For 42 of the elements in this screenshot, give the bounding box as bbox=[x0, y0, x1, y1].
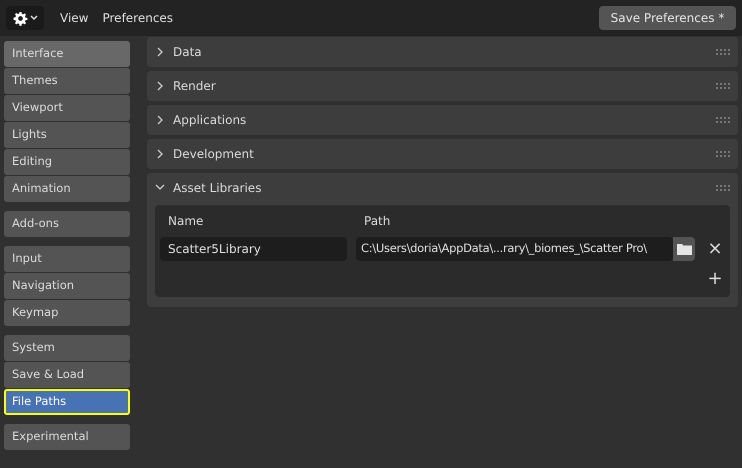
caret-icon bbox=[30, 15, 38, 21]
editor-type-dropdown[interactable] bbox=[6, 6, 44, 30]
panel-header[interactable]: Development bbox=[147, 139, 738, 169]
sidebar-tab[interactable]: Animation bbox=[4, 176, 130, 202]
menu-item[interactable]: Preferences bbox=[96, 6, 180, 30]
drag-handle-icon bbox=[716, 49, 730, 55]
sidebar-tab[interactable]: Themes bbox=[4, 68, 130, 94]
menu-item[interactable]: View bbox=[54, 6, 94, 30]
sidebar-tab[interactable]: Viewport bbox=[4, 95, 130, 121]
add-button[interactable]: + bbox=[705, 269, 725, 289]
panel-header[interactable]: Data bbox=[147, 37, 738, 67]
chevron-right-icon bbox=[155, 149, 165, 159]
path-field[interactable]: C:\Users\doria\AppData\...rary\_biomes_\Scatter Pro\ bbox=[356, 237, 673, 261]
column-header: Name bbox=[167, 213, 204, 230]
sidebar-tab[interactable]: Experimental bbox=[4, 424, 130, 450]
sidebar-tab[interactable]: Save & Load bbox=[4, 362, 130, 388]
name-field[interactable]: Scatter5Library bbox=[160, 237, 347, 261]
sidebar-tab[interactable]: Input bbox=[4, 246, 130, 272]
drag-handle-icon bbox=[716, 151, 730, 157]
drag-handle-icon bbox=[716, 83, 730, 89]
chevron-right-icon bbox=[155, 115, 165, 125]
column-header: Path bbox=[363, 213, 390, 230]
panel-header[interactable]: Render bbox=[147, 71, 738, 101]
save-preferences-button[interactable]: Save Preferences * bbox=[599, 6, 736, 30]
browse-button[interactable] bbox=[673, 237, 695, 261]
gear-icon bbox=[12, 10, 28, 26]
sidebar-tab[interactable]: System bbox=[4, 335, 130, 361]
sidebar-tab[interactable]: Navigation bbox=[4, 273, 130, 299]
drag-handle-icon bbox=[716, 185, 730, 191]
sidebar-tab[interactable]: Add-ons bbox=[4, 211, 130, 237]
panel-header[interactable]: Applications bbox=[147, 105, 738, 135]
sidebar-tab[interactable]: Lights bbox=[4, 122, 130, 148]
sidebar-tab[interactable]: File Paths bbox=[4, 389, 130, 415]
sidebar-tab[interactable]: Interface bbox=[4, 41, 130, 67]
remove-button[interactable]: × bbox=[705, 239, 725, 259]
chevron-right-icon bbox=[155, 81, 165, 91]
panel-header[interactable]: Asset Libraries bbox=[147, 173, 738, 203]
sidebar-tab[interactable]: Keymap bbox=[4, 300, 130, 326]
drag-handle-icon bbox=[716, 117, 730, 123]
chevron-right-icon bbox=[155, 47, 165, 57]
folder-icon bbox=[676, 243, 692, 255]
sidebar-tab[interactable]: Editing bbox=[4, 149, 130, 175]
